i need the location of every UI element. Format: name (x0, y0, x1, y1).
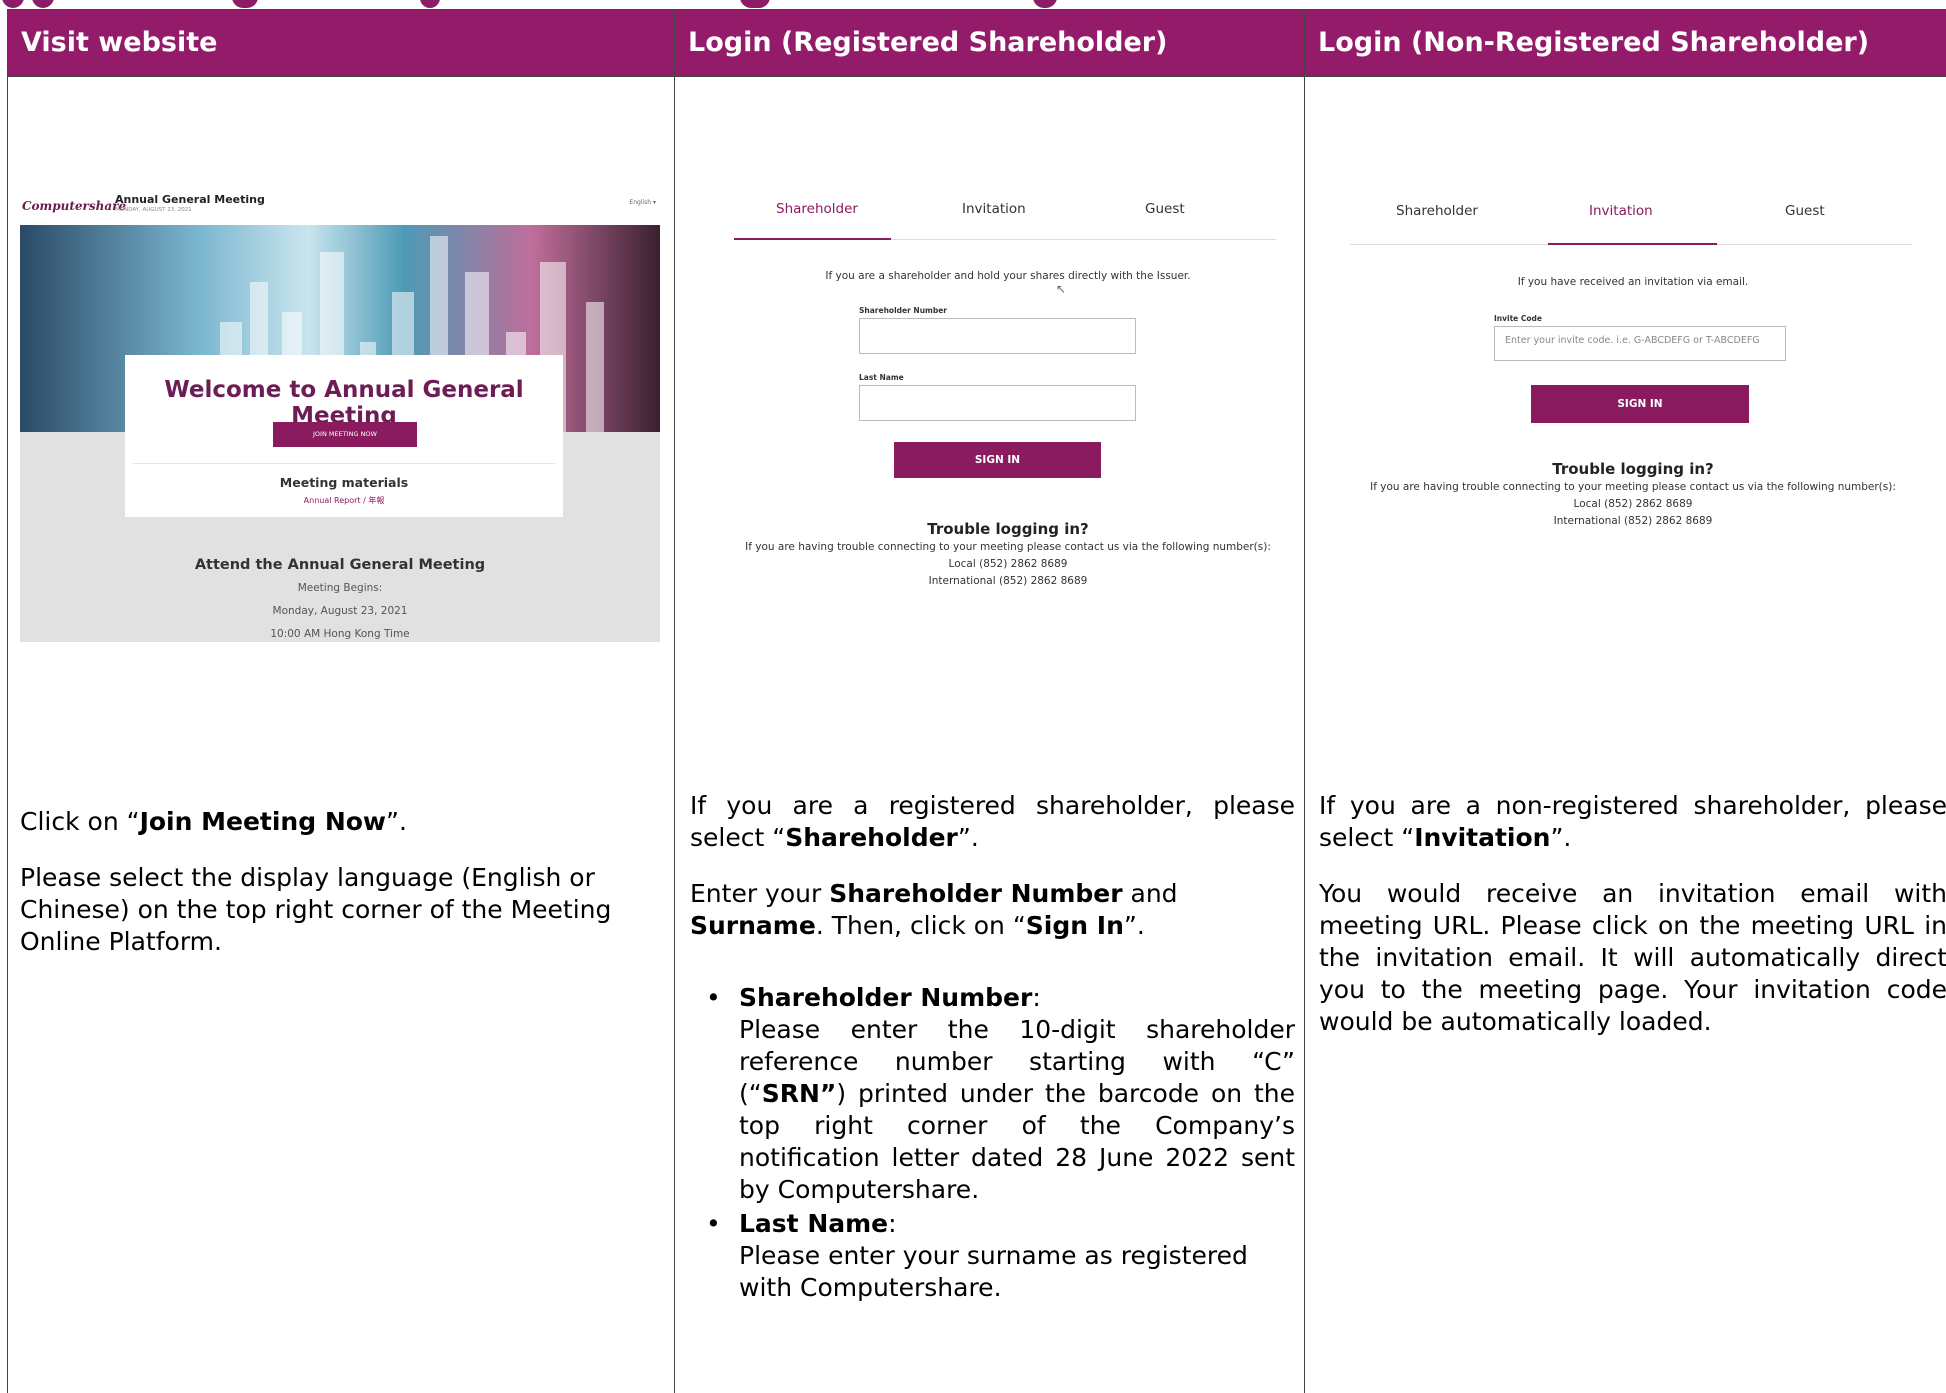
sign-in-term: Sign In (1025, 911, 1124, 940)
bullet-title: Shareholder Number: (739, 982, 1295, 1014)
registered-instructions: If you are a registered shareholder, ple… (690, 790, 1295, 942)
column-header-non-registered: Login (Non-Registered Shareholder) (1305, 10, 1946, 76)
active-tab-indicator (734, 238, 891, 240)
srn-term: SRN” (761, 1079, 837, 1108)
invitation-term: Invitation (1414, 823, 1551, 852)
select-shareholder-instruction: If you are a registered shareholder, ple… (690, 790, 1295, 854)
click-text: . Then, click on “ (815, 911, 1026, 940)
shareholder-number-input[interactable] (859, 318, 1136, 354)
header-divider (8, 76, 1946, 77)
tab-invitation[interactable]: Invitation (962, 201, 1026, 217)
meeting-website-screenshot: Computershare Annual General Meeting MON… (20, 187, 660, 642)
bullet-body: Please enter the 10-digit shareholder re… (739, 1014, 1295, 1206)
tab-shareholder[interactable]: Shareholder (776, 201, 858, 217)
website-header: Computershare Annual General Meeting MON… (20, 187, 660, 225)
invite-code-placeholder: Enter your invite code. i.e. G-ABCDEFG o… (1505, 335, 1760, 346)
local-number: Local (852) 2862 8689 (948, 558, 1068, 570)
shareholder-number-term: Shareholder Number (829, 879, 1123, 908)
bullet-body: Please enter your surname as registered … (739, 1241, 1248, 1302)
meeting-date: Monday, August 23, 2021 (272, 605, 408, 617)
select-text-prefix: If you are a registered shareholder, ple… (690, 791, 1295, 852)
website-date: MONDAY, AUGUST 23, 2021 (115, 207, 192, 213)
international-number: International (852) 2862 8689 (1553, 515, 1713, 527)
select-invitation-instruction: If you are a non-registered shareholder,… (1319, 790, 1946, 854)
bullet-icon: • (706, 1209, 721, 1238)
trouble-text: If you are having trouble connecting to … (1370, 481, 1896, 493)
last-name-label: Last Name (859, 373, 904, 382)
active-tab-indicator (1548, 243, 1717, 245)
welcome-card: Welcome to Annual General Meeting JOIN M… (125, 355, 563, 517)
column-divider (674, 10, 675, 1393)
column-divider (1304, 10, 1305, 1393)
enter-details-instruction: Enter your Shareholder Number and Surnam… (690, 878, 1295, 942)
meeting-begins-label: Meeting Begins: (297, 582, 383, 594)
visit-instructions: Click on “Join Meeting Now”. Please sele… (20, 806, 670, 958)
sign-in-button[interactable]: SIGN IN (894, 442, 1101, 478)
bullet-shareholder-number: Shareholder Number: Please enter the 10-… (739, 982, 1295, 1206)
surname-term: Surname (690, 911, 816, 940)
trouble-heading: Trouble logging in? (927, 520, 1089, 538)
non-registered-login-screenshot: Shareholder Invitation Guest If you have… (1338, 190, 1928, 550)
invite-code-input[interactable]: Enter your invite code. i.e. G-ABCDEFG o… (1494, 326, 1786, 361)
local-number: Local (852) 2862 8689 (1573, 498, 1693, 510)
language-instruction: Please select the display language (Engl… (20, 863, 612, 956)
join-meeting-button[interactable]: JOIN MEETING NOW (273, 422, 417, 447)
annual-report-link[interactable]: Annual Report / 年報 (125, 495, 563, 506)
registered-login-screenshot: Shareholder Invitation Guest If you are … (728, 190, 1288, 610)
trouble-heading: Trouble logging in? (1552, 460, 1714, 478)
language-dropdown[interactable]: English ▾ (629, 199, 656, 206)
bullet-title: Last Name: (739, 1208, 1295, 1240)
instruction-table: Visit website Login (Registered Sharehol… (7, 9, 1946, 1393)
invite-code-label: Invite Code (1494, 314, 1542, 323)
meeting-time: 10:00 AM Hong Kong Time (270, 628, 410, 640)
bullet-title-text: Last Name (739, 1209, 889, 1238)
cropped-title-fragment (0, 0, 1946, 9)
mouse-cursor-icon: ↖ (1056, 282, 1067, 296)
materials-heading: Meeting materials (279, 475, 409, 490)
invitation-email-instruction: You would receive an invitation email wi… (1319, 879, 1946, 1036)
tab-invitation[interactable]: Invitation (1589, 203, 1653, 219)
column-header-registered: Login (Registered Shareholder) (675, 10, 1304, 76)
tab-guest[interactable]: Guest (1145, 201, 1185, 217)
website-title: Annual General Meeting (115, 193, 265, 206)
tab-shareholder[interactable]: Shareholder (1396, 203, 1478, 219)
sign-in-button[interactable]: SIGN IN (1531, 385, 1749, 423)
select-text-suffix: ”. (1550, 823, 1572, 852)
bullet-title-text: Shareholder Number (739, 983, 1033, 1012)
shareholder-term: Shareholder (785, 823, 958, 852)
join-meeting-now-term: Join Meeting Now (139, 807, 387, 836)
tab-guest[interactable]: Guest (1785, 203, 1825, 219)
shareholder-number-label: Shareholder Number (859, 306, 948, 315)
attend-heading: Attend the Annual General Meeting (194, 557, 486, 573)
login-intro: If you have received an invitation via e… (1517, 276, 1749, 288)
join-text-suffix: ”. (386, 807, 407, 836)
computershare-logo: Computershare (22, 199, 127, 213)
and-text: and (1122, 879, 1178, 908)
select-text-suffix: ”. (957, 823, 979, 852)
non-registered-instructions: If you are a non-registered shareholder,… (1319, 790, 1946, 1038)
trouble-text: If you are having trouble connecting to … (745, 541, 1271, 553)
bullet-icon: • (706, 983, 721, 1012)
last-name-input[interactable] (859, 385, 1136, 421)
card-divider (133, 463, 555, 464)
international-number: International (852) 2862 8689 (928, 575, 1088, 587)
column-header-visit: Visit website (8, 10, 674, 76)
join-text-prefix: Click on “ (20, 807, 140, 836)
enter-text: Enter your (690, 879, 830, 908)
click-text-suffix: ”. (1123, 911, 1145, 940)
bullet-last-name: Last Name: Please enter your surname as … (739, 1208, 1295, 1304)
login-intro: If you are a shareholder and hold your s… (825, 270, 1191, 282)
join-instruction: Click on “Join Meeting Now”. (20, 806, 670, 838)
bullet-colon: : (1032, 983, 1041, 1012)
bullet-colon: : (888, 1209, 897, 1238)
